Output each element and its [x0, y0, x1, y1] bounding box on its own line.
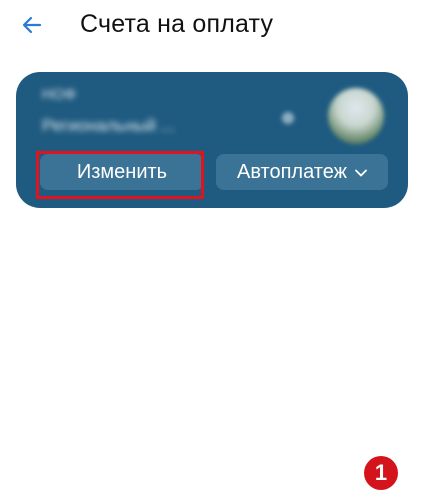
edit-button-label: Изменить: [76, 160, 168, 183]
step-number-badge: 1: [364, 456, 398, 490]
app-header: Счета на оплату: [0, 0, 422, 56]
account-card[interactable]: НОФ Региональный ... Изменить Автоплатеж: [16, 72, 408, 208]
blurred-marker: [282, 112, 294, 124]
account-avatar: [328, 88, 384, 144]
autopay-button-label: Автоплатеж: [237, 160, 347, 183]
account-name-blurred: НОФ: [42, 86, 76, 103]
back-button[interactable]: [16, 9, 48, 41]
page-title: Счета на оплату: [80, 10, 274, 38]
account-subtitle-blurred: Региональный ...: [42, 116, 175, 135]
autopay-button[interactable]: Автоплатеж: [216, 154, 388, 190]
chevron-down-icon: [355, 164, 367, 180]
arrow-left-icon: [22, 16, 42, 34]
edit-button[interactable]: Изменить: [40, 154, 204, 190]
